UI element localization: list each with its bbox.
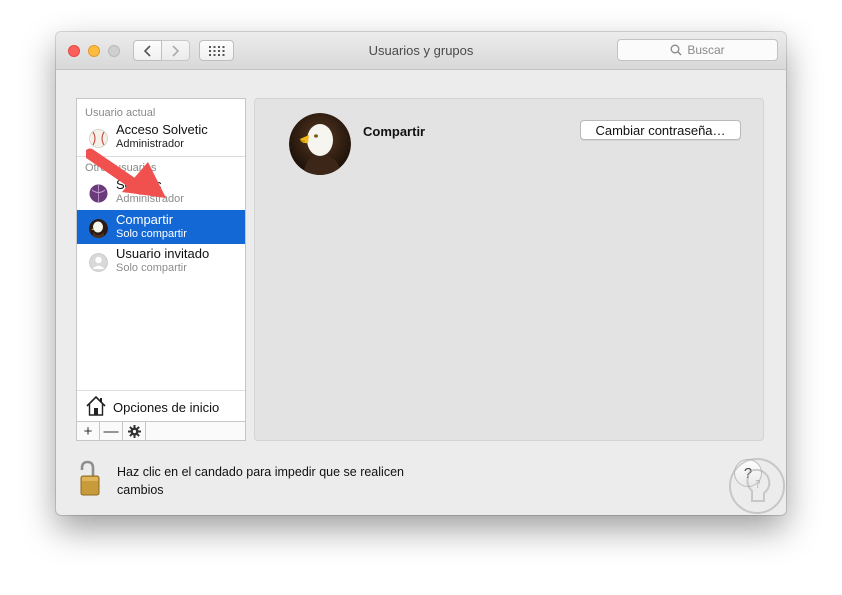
user-detail-panel: Compartir Cambiar contraseña…: [254, 98, 764, 441]
house-icon: [86, 395, 106, 416]
selected-user-name: Compartir: [363, 124, 426, 139]
search-icon: [670, 44, 682, 56]
title-bar: Usuarios y grupos Buscar: [56, 32, 786, 70]
annotation-arrow-icon: [86, 148, 166, 198]
preferences-window: Usuarios y grupos Buscar Usuario actual …: [56, 32, 786, 515]
search-field[interactable]: Buscar: [617, 39, 778, 61]
search-placeholder: Buscar: [687, 43, 725, 57]
watermark-logo-icon: ?: [729, 458, 785, 514]
svg-text:?: ?: [755, 478, 761, 491]
change-password-button[interactable]: Cambiar contraseña…: [580, 120, 741, 140]
user-row-usuario-invitado[interactable]: Usuario invitado Solo compartir: [77, 244, 245, 278]
generic-user-icon: [89, 253, 108, 272]
user-row-compartir[interactable]: Compartir Solo compartir: [77, 210, 245, 244]
add-user-button[interactable]: +: [77, 422, 100, 440]
eagle-icon[interactable]: [289, 113, 351, 175]
user-name: Compartir: [116, 212, 174, 227]
remove-user-button[interactable]: —: [100, 422, 123, 440]
baseball-icon: [89, 129, 108, 148]
user-role: Solo compartir: [116, 228, 187, 240]
login-options-item[interactable]: Opciones de inicio: [77, 390, 245, 422]
current-user-header: Usuario actual: [85, 107, 156, 119]
user-role: Solo compartir: [116, 262, 187, 274]
lock-message: Haz clic en el candado para impedir que …: [117, 465, 404, 497]
user-name: Acceso Solvetic: [116, 122, 208, 137]
user-name: Usuario invitado: [116, 246, 210, 261]
sidebar-toolbar: + —: [77, 421, 245, 440]
eagle-icon: [89, 219, 108, 238]
lock-open-icon[interactable]: [79, 460, 101, 496]
login-options-label: Opciones de inicio: [113, 400, 220, 415]
gear-icon: [127, 424, 141, 438]
action-button[interactable]: [123, 422, 146, 440]
